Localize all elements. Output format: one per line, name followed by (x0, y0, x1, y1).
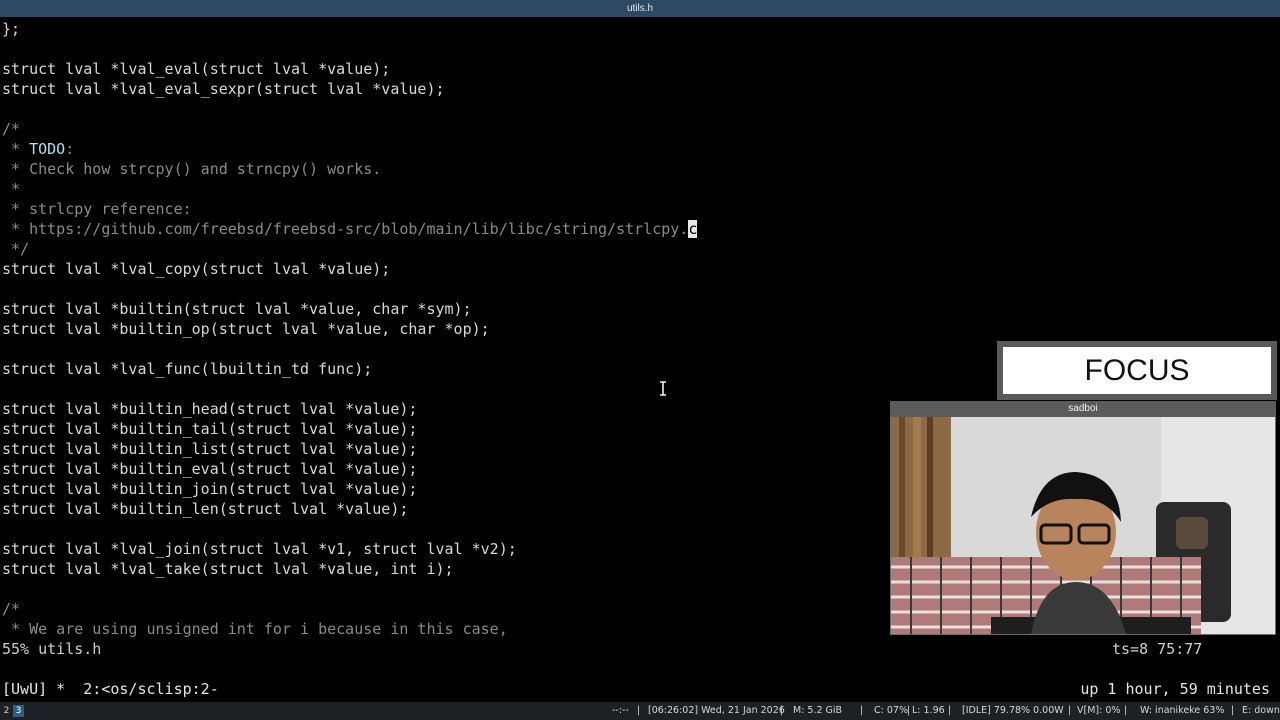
status-separator: | (948, 705, 952, 716)
line-text-suffix: : (65, 140, 75, 158)
code-line: struct lval *lval_copy(struct lval *valu… (2, 259, 390, 279)
code-line: }; (2, 19, 20, 39)
comment-line: /* (2, 119, 20, 139)
system-status-bar: 2 3 --:-- | [06:26:02] Wed, 21 Jan 2026 | M: 5… (0, 702, 1280, 720)
line-text: /* (2, 600, 21, 618)
line-text: struct lval *lval_func(lbuiltin_td func)… (2, 360, 373, 378)
code-line: struct lval *builtin_list(struct lval *v… (2, 439, 417, 459)
line-text: struct lval *lval_eval_sexpr(struct lval… (2, 80, 445, 98)
line-text: struct lval *builtin_op(struct lval *val… (2, 320, 490, 338)
line-text: struct lval *lval_take(struct lval *valu… (2, 560, 454, 578)
webcam-scene-image (891, 417, 1275, 634)
comment-line: */ (2, 239, 29, 259)
status-segment: V[M]: 0% (1077, 705, 1121, 716)
line-text: struct lval *builtin_len(struct lval *va… (2, 500, 409, 518)
code-line: struct lval *builtin_op(struct lval *val… (2, 319, 490, 339)
block-cursor: c (688, 220, 698, 238)
line-text: struct lval *builtin_head(struct lval *v… (2, 400, 418, 418)
status-segment: W: inanikeke 63% (1140, 705, 1225, 716)
code-line: struct lval *lval_func(lbuiltin_td func)… (2, 359, 372, 379)
status-segment: [06:26:02] Wed, 21 Jan 2026 (648, 705, 785, 716)
webcam-window[interactable]: sadboi (890, 401, 1276, 635)
line-text: struct lval *builtin_list(struct lval *v… (2, 440, 418, 458)
line-text: * We are using unsigned int for i becaus… (2, 620, 508, 638)
comment-line: /* (2, 599, 20, 619)
code-line: struct lval *builtin_join(struct lval *v… (2, 479, 417, 499)
line-text: struct lval *builtin_join(struct lval *v… (2, 480, 418, 498)
code-line: struct lval *builtin_len(struct lval *va… (2, 499, 408, 519)
comment-line: * https://github.com/freebsd/freebsd-src… (2, 219, 698, 239)
line-text: struct lval *builtin(struct lval *value,… (2, 300, 472, 318)
status-separator: | (780, 705, 784, 716)
code-line: struct lval *builtin(struct lval *value,… (2, 299, 472, 319)
status-segment: [IDLE] 79.78% 0.00W (962, 705, 1064, 716)
status-separator: | (1231, 705, 1235, 716)
code-line: struct lval *lval_eval(struct lval *valu… (2, 59, 390, 79)
comment-line: * Check how strcpy() and strncpy() works… (2, 159, 381, 179)
modeline-cursor-position: ts=8 75:77 (1112, 640, 1203, 658)
line-text: struct lval *lval_copy(struct lval *valu… (2, 260, 391, 278)
line-text: * Check how strcpy() and strncpy() works… (2, 160, 382, 178)
comment-line: * TODO: (2, 139, 74, 159)
line-text: struct lval *lval_join(struct lval *v1, … (2, 540, 517, 558)
status-segment: C: 07% (874, 705, 908, 716)
comment-line: * (2, 179, 20, 199)
code-line: struct lval *builtin_tail(struct lval *v… (2, 419, 417, 439)
status-separator: | (907, 705, 911, 716)
status-segment: L: 1.96 (912, 705, 945, 716)
line-text: * strlcpy reference: (2, 200, 192, 218)
webcam-feed (891, 417, 1275, 634)
line-text: struct lval *builtin_tail(struct lval *v… (2, 420, 418, 438)
workspace-button[interactable]: 2 (1, 705, 12, 717)
line-text: * https://github.com/freebsd/freebsd-src… (2, 220, 689, 238)
code-line: struct lval *lval_join(struct lval *v1, … (2, 539, 517, 559)
editor-modeline: 55% utils.h ts=8 75:77 (0, 639, 1280, 659)
todo-keyword: TODO (29, 140, 66, 158)
workspace-button[interactable]: 3 (13, 705, 24, 717)
line-text: * (2, 180, 21, 198)
status-separator: | (637, 705, 641, 716)
status-segment: E: down (1242, 705, 1280, 716)
code-line: struct lval *lval_eval_sexpr(struct lval… (2, 79, 445, 99)
status-separator: | (1124, 705, 1128, 716)
status-segment: M: 5.2 GiB (793, 705, 843, 716)
line-text: * (2, 140, 30, 158)
comment-line: * strlcpy reference: (2, 199, 192, 219)
line-text: struct lval *lval_eval(struct lval *valu… (2, 60, 391, 78)
tmux-session-info: [UwU] * 2:<os/sclisp:2- (2, 680, 219, 698)
window-title: utils.h (626, 3, 654, 14)
focus-label: FOCUS (1003, 347, 1271, 394)
tmux-uptime: up 1 hour, 59 minutes (1080, 680, 1270, 698)
line-text: }; (2, 20, 21, 38)
line-text: /* (2, 120, 21, 138)
status-separator: | (860, 705, 864, 716)
window-title-bar: utils.h (0, 0, 1280, 17)
line-text: */ (2, 240, 30, 258)
modeline-file-position: 55% utils.h (2, 640, 102, 658)
code-line: struct lval *lval_take(struct lval *valu… (2, 559, 454, 579)
status-separator: | (1068, 705, 1072, 716)
webcam-title: sadboi (890, 401, 1276, 417)
tmux-status-line: [UwU] * 2:<os/sclisp:2- up 1 hour, 59 mi… (0, 679, 1280, 699)
comment-line: * We are using unsigned int for i becaus… (2, 619, 508, 639)
ibeam-cursor-icon (658, 381, 668, 396)
line-text: struct lval *builtin_eval(struct lval *v… (2, 460, 418, 478)
code-line: struct lval *builtin_eval(struct lval *v… (2, 459, 417, 479)
code-line: struct lval *builtin_head(struct lval *v… (2, 399, 417, 419)
focus-overlay: FOCUS (997, 341, 1277, 400)
status-segment: --:-- (612, 705, 629, 716)
